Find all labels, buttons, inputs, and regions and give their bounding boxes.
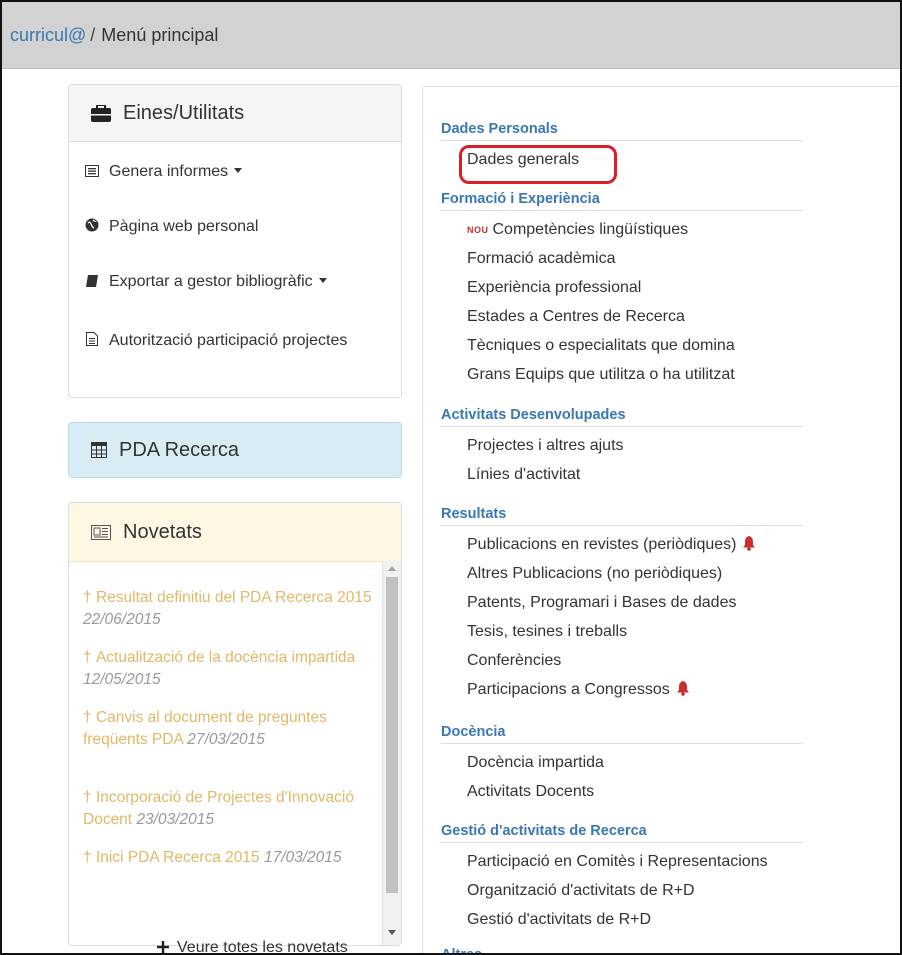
personal-web-page-link[interactable]: Pàgina web personal xyxy=(85,218,258,236)
menu-link-projectes-ajuts[interactable]: Projectes i altres ajuts xyxy=(467,437,624,455)
new-badge: NOU xyxy=(467,225,489,235)
menu-link-conferencies[interactable]: Conferències xyxy=(467,652,561,670)
menu-link-gestio-activitats[interactable]: Gestió d'activitats de R+D xyxy=(467,911,651,929)
news-item[interactable]: † Canvis al document de preguntes freqüe… xyxy=(83,707,373,751)
newspaper-icon xyxy=(91,524,111,540)
tools-panel: Eines/Utilitats Genera informes Pàgina w… xyxy=(68,84,402,398)
project-participation-authorization-link[interactable]: Autorització participació projectes xyxy=(85,328,375,353)
tools-panel-header: Eines/Utilitats xyxy=(69,85,401,142)
menu-link-participacio-comites[interactable]: Participació en Comitès i Representacion… xyxy=(467,853,768,871)
news-panel-header: Novetats xyxy=(69,503,401,562)
menu-link-estades-centres-recerca[interactable]: Estades a Centres de Recerca xyxy=(467,308,685,326)
pda-recerca-title: PDA Recerca xyxy=(119,439,240,461)
breadcrumb-home-link[interactable]: curricul@ xyxy=(10,25,86,45)
news-item[interactable]: † Resultat definitiu del PDA Recerca 201… xyxy=(83,587,373,631)
menu-link-label: Participacions a Congressos xyxy=(467,681,670,698)
news-panel: Novetats † Resultat definitiu del PDA Re… xyxy=(68,502,402,953)
news-item-text: Incorporació de Projectes d'Innovació Do… xyxy=(83,789,354,828)
menu-link-grans-equips[interactable]: Grans Equips que utilitza o ha utilitzat xyxy=(467,366,735,384)
menu-link-tecniques-especialitats[interactable]: Tècniques o especialitats que domina xyxy=(467,337,735,355)
news-panel-title: Novetats xyxy=(123,520,202,543)
globe-icon xyxy=(85,218,99,232)
chevron-down-icon xyxy=(318,278,327,283)
scroll-down-arrow-icon[interactable] xyxy=(388,930,396,935)
page-frame: curricul@ / Menú principal Eines/Utilitats… xyxy=(0,0,902,955)
menu-link-competencies-linguistiques[interactable]: NOU Competències lingüístiques xyxy=(467,221,688,239)
breadcrumb-current: Menú principal xyxy=(101,25,219,45)
breadcrumb: curricul@ / Menú principal xyxy=(2,2,900,69)
personal-web-page-label: Pàgina web personal xyxy=(109,218,259,235)
news-item[interactable]: † Incorporació de Projectes d'Innovació … xyxy=(83,787,373,831)
pin-icon: † xyxy=(83,649,96,666)
plus-icon xyxy=(157,941,169,953)
news-item[interactable]: † Inici PDA Recerca 2015 17/03/2015 xyxy=(83,847,373,869)
news-item[interactable]: † Actualització de la docència impartida… xyxy=(83,647,373,691)
news-item-text: Actualització de la docència impartida xyxy=(95,649,356,666)
section-header-dades-personals: Dades Personals xyxy=(441,121,803,141)
see-all-news-label: Veure totes les novetats xyxy=(177,939,348,955)
menu-link-docencia-impartida[interactable]: Docència impartida xyxy=(467,754,604,772)
chevron-down-icon xyxy=(234,168,243,173)
project-participation-authorization-label: Autorització participació projectes xyxy=(109,332,348,349)
news-item-date: 22/06/2015 xyxy=(83,611,161,628)
menu-link-publicacions-revistes[interactable]: Publicacions en revistes (periòdiques) xyxy=(467,536,756,554)
breadcrumb-separator: / xyxy=(90,25,96,45)
news-item-date: 27/03/2015 xyxy=(187,731,265,748)
book-icon xyxy=(86,275,98,287)
menu-link-label: Publicacions en revistes (periòdiques) xyxy=(467,536,737,553)
scroll-up-arrow-icon[interactable] xyxy=(388,566,396,571)
menu-link-activitats-docents[interactable]: Activitats Docents xyxy=(467,783,594,801)
calculator-icon xyxy=(91,442,107,458)
news-item-date: 17/03/2015 xyxy=(263,849,342,866)
list-icon xyxy=(85,165,99,177)
export-bibliography-button[interactable]: Exportar a gestor bibliogràfic xyxy=(85,273,327,291)
section-header-formacio-experiencia: Formació i Experiència xyxy=(441,191,803,211)
generate-reports-label: Genera informes xyxy=(109,163,229,180)
main-menu-panel: Dades Personals Dades generals Formació … xyxy=(422,86,900,955)
news-item-text: Resultat definitiu del PDA Recerca 2015 xyxy=(95,589,372,606)
menu-link-organitzacio-activitats[interactable]: Organització d'activitats de R+D xyxy=(467,882,695,900)
bell-icon xyxy=(743,536,756,551)
pin-icon: † xyxy=(83,789,96,806)
see-all-news-link[interactable]: Veure totes les novetats xyxy=(157,939,348,955)
menu-link-tesis-tesines[interactable]: Tesis, tesines i treballs xyxy=(467,623,627,641)
news-item-date: 23/03/2015 xyxy=(136,811,215,828)
news-item-text: Inici PDA Recerca 2015 xyxy=(95,849,260,866)
section-header-resultats: Resultats xyxy=(441,506,803,526)
highlight-circle xyxy=(459,145,617,184)
bell-icon xyxy=(676,681,689,696)
pin-icon: † xyxy=(83,589,96,606)
export-bibliography-label: Exportar a gestor bibliogràfic xyxy=(109,273,313,290)
menu-link-linies-activitat[interactable]: Línies d'activitat xyxy=(467,466,580,484)
pda-recerca-panel[interactable]: PDA Recerca xyxy=(68,422,402,478)
menu-link-experiencia-professional[interactable]: Experiència professional xyxy=(467,279,641,297)
news-scrollbar[interactable] xyxy=(382,561,401,945)
news-list: † Resultat definitiu del PDA Recerca 201… xyxy=(69,561,381,953)
document-icon xyxy=(86,332,98,346)
section-header-docencia: Docència xyxy=(441,724,803,744)
section-header-activitats-desenvolupades: Activitats Desenvolupades xyxy=(441,407,803,427)
menu-link-participacions-congressos[interactable]: Participacions a Congressos xyxy=(467,681,690,699)
menu-link-patents-programari[interactable]: Patents, Programari i Bases de dades xyxy=(467,594,736,612)
briefcase-icon xyxy=(91,104,111,122)
scrollbar-thumb[interactable] xyxy=(386,577,398,893)
pin-icon: † xyxy=(83,849,96,866)
generate-reports-button[interactable]: Genera informes xyxy=(85,163,243,181)
pda-recerca-header: PDA Recerca xyxy=(91,423,239,477)
section-header-altres: Altres xyxy=(441,947,483,955)
news-item-date: 12/05/2015 xyxy=(83,671,161,688)
menu-link-altres-publicacions[interactable]: Altres Publicacions (no periòdiques) xyxy=(467,565,722,583)
menu-link-formacio-academica[interactable]: Formació acadèmica xyxy=(467,250,616,268)
section-header-gestio-activitats-recerca: Gestió d'activitats de Recerca xyxy=(441,823,803,843)
tools-panel-title: Eines/Utilitats xyxy=(123,101,245,124)
menu-link-label: Competències lingüístiques xyxy=(492,221,689,238)
pin-icon: † xyxy=(83,709,96,726)
